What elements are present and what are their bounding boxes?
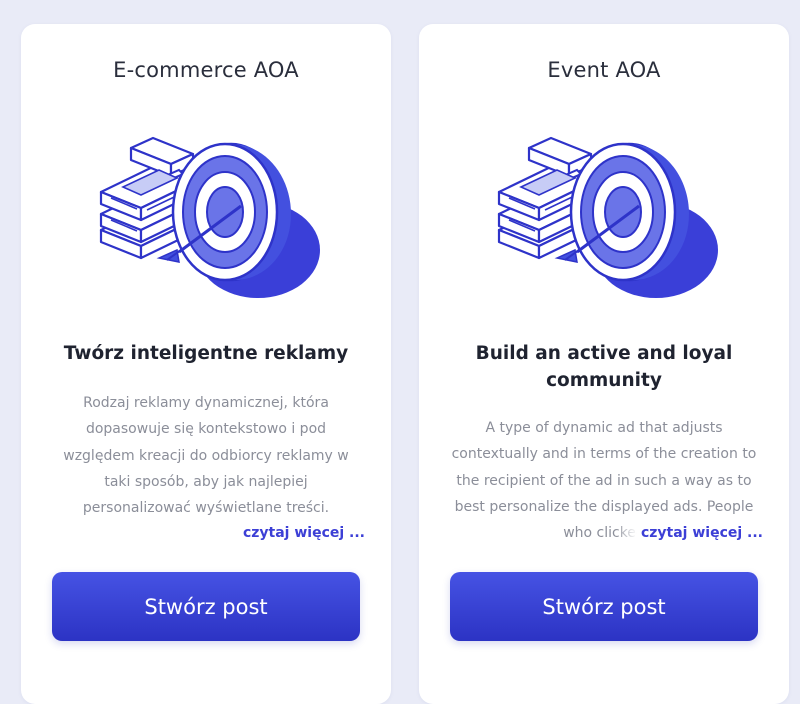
card-title: Event AOA — [547, 58, 661, 82]
card-title: E-commerce AOA — [113, 58, 299, 82]
product-card-event: Event AOA Build an active and loyal comm… — [419, 24, 789, 704]
money-target-icon — [497, 136, 718, 298]
money-target-icon — [99, 136, 320, 298]
card-description: Rodzaj reklamy dynamicznej, która dopaso… — [63, 395, 349, 517]
product-card-ecommerce: E-commerce AOA Twórz inteligentne reklam… — [21, 24, 391, 704]
read-more-link[interactable]: czytaj więcej ... — [216, 520, 365, 546]
create-post-button[interactable]: Stwórz post — [450, 572, 758, 641]
card-headline: Twórz inteligentne reklamy — [63, 343, 349, 364]
create-post-button[interactable]: Stwórz post — [52, 572, 360, 641]
card-headline: Build an active and loyal community — [475, 343, 733, 391]
read-more-link[interactable]: czytaj więcej ... — [614, 520, 763, 546]
